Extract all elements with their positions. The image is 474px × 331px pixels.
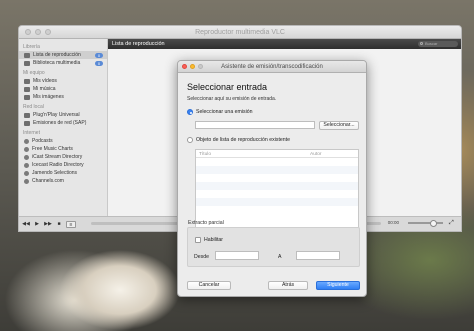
table-row — [196, 166, 358, 174]
radio-select-stream-label: Seleccionar una emisión — [196, 109, 253, 115]
network-icon — [24, 120, 30, 126]
column-header-title: Título — [199, 151, 211, 157]
volume-slider[interactable] — [408, 220, 443, 227]
rewind-button[interactable]: ◀◀ — [22, 221, 30, 228]
network-icon — [24, 112, 30, 118]
playlist-icon — [24, 52, 30, 58]
sidebar-item-label: Plug'n'Play Universal — [33, 112, 80, 118]
sidebar-item-label: Mis imágenes — [33, 94, 64, 100]
music-note-icon — [24, 86, 30, 92]
table-row — [196, 198, 358, 206]
sidebar-item-upnp[interactable]: Plug'n'Play Universal — [19, 111, 107, 119]
playlist-header: Lista de reproducción Buscar — [108, 39, 461, 49]
dialog-subheading: Seleccionar aquí su emisión de entrada. — [187, 96, 277, 102]
table-header: Título Autor — [196, 150, 358, 158]
sidebar-item-sap[interactable]: Emisiones de red (SAP) — [19, 119, 107, 127]
forward-button[interactable]: ▶▶ — [44, 221, 52, 228]
dialog-heading: Seleccionar entrada — [187, 82, 268, 92]
streaming-wizard-dialog: Asistente de emisión/transcodificación S… — [177, 60, 367, 297]
window-title: Reproductor multimedia VLC — [195, 28, 285, 36]
sidebar-item-label: Biblioteca multimedia — [33, 60, 81, 66]
enable-checkbox[interactable] — [195, 237, 201, 243]
play-button[interactable]: ▶ — [33, 221, 41, 228]
globe-icon — [24, 154, 29, 160]
from-label: Desde — [194, 254, 209, 260]
sidebar-item-label: Podcasts — [32, 138, 53, 144]
table-row — [196, 190, 358, 198]
globe-icon — [24, 170, 29, 176]
search-placeholder: Buscar — [425, 41, 438, 46]
stop-button[interactable]: ■ — [55, 221, 63, 228]
playlist-title: Lista de reproducción — [112, 41, 165, 47]
sidebar-section-my-computer: Mi equipo — [23, 70, 45, 76]
sidebar-item-label: Mis vídeos — [33, 78, 57, 84]
image-icon — [24, 94, 30, 100]
radio-playlist-item-label: Objeto de lista de reproducción existent… — [196, 137, 291, 143]
count-badge: 0 — [95, 52, 103, 58]
playlist-toggle-button[interactable]: ≡ — [66, 220, 76, 228]
table-row — [196, 182, 358, 190]
sidebar-item-label: Free Music Charts — [32, 146, 73, 152]
sidebar-item-label: Icecast Radio Directory — [32, 162, 84, 168]
sidebar-item-label: iCast Stream Directory — [32, 154, 83, 160]
select-stream-button[interactable]: Seleccionar... — [319, 120, 359, 130]
sidebar-item-playlist[interactable]: Lista de reproducción 0 — [19, 51, 107, 59]
globe-icon — [24, 162, 29, 168]
time-display: 00:00 — [387, 220, 399, 225]
sidebar-item-my-videos[interactable]: Mis vídeos — [19, 77, 107, 85]
sidebar-item-jamendo[interactable]: Jamendo Selections — [19, 169, 107, 177]
sidebar-section-library: Librería — [23, 44, 40, 50]
stream-path-field[interactable] — [195, 121, 315, 129]
sidebar-item-label: Lista de reproducción — [33, 52, 81, 58]
sidebar-item-label: Channels.com — [32, 178, 64, 184]
search-input[interactable]: Buscar — [418, 41, 458, 47]
film-icon — [24, 78, 30, 84]
globe-icon — [24, 178, 29, 184]
sidebar-item-label: Emisiones de red (SAP) — [33, 120, 87, 126]
sidebar-item-label: Mi música — [33, 86, 56, 92]
globe-icon — [24, 138, 29, 144]
sidebar-section-internet: Internet — [23, 130, 40, 136]
table-row — [196, 158, 358, 166]
column-header-author: Autor — [310, 151, 322, 157]
to-label: A — [278, 254, 282, 260]
playlist-items-table[interactable]: Título Autor — [195, 149, 359, 229]
sidebar-item-icecast[interactable]: Icecast Radio Directory — [19, 161, 107, 169]
back-button[interactable]: Atrás — [268, 281, 308, 290]
sidebar-item-media-library[interactable]: Biblioteca multimedia 0 — [19, 59, 107, 67]
sidebar: Librería Lista de reproducción 0 Bibliot… — [19, 39, 108, 231]
from-field[interactable] — [215, 251, 259, 260]
dialog-titlebar: Asistente de emisión/transcodificación — [178, 61, 366, 73]
partial-extract-box: Habilitar Desde A — [187, 227, 360, 267]
globe-icon — [24, 146, 29, 152]
sidebar-section-local-network: Red local — [23, 104, 44, 110]
radio-playlist-item[interactable] — [187, 137, 193, 143]
enable-label: Habilitar — [204, 237, 224, 243]
table-row — [196, 174, 358, 182]
sidebar-item-free-music-charts[interactable]: Free Music Charts — [19, 145, 107, 153]
sidebar-item-my-images[interactable]: Mis imágenes — [19, 93, 107, 101]
fullscreen-icon[interactable]: ⤢ — [449, 219, 457, 227]
sidebar-item-my-music[interactable]: Mi música — [19, 85, 107, 93]
sidebar-item-channels[interactable]: Channels.com — [19, 177, 107, 185]
radio-select-stream[interactable] — [187, 109, 193, 115]
next-button[interactable]: Siguiente — [316, 281, 360, 290]
to-field[interactable] — [296, 251, 340, 260]
partial-extract-label: Extracto parcial — [188, 220, 224, 226]
window-titlebar: Reproductor multimedia VLC — [19, 26, 461, 39]
library-icon — [24, 60, 30, 66]
sidebar-item-podcasts[interactable]: Podcasts — [19, 137, 107, 145]
dialog-title: Asistente de emisión/transcodificación — [221, 63, 323, 70]
sidebar-item-label: Jamendo Selections — [32, 170, 78, 176]
cancel-button[interactable]: Cancelar — [187, 281, 231, 290]
sidebar-item-icast[interactable]: iCast Stream Directory — [19, 153, 107, 161]
count-badge: 0 — [95, 60, 103, 66]
search-icon — [420, 42, 423, 45]
